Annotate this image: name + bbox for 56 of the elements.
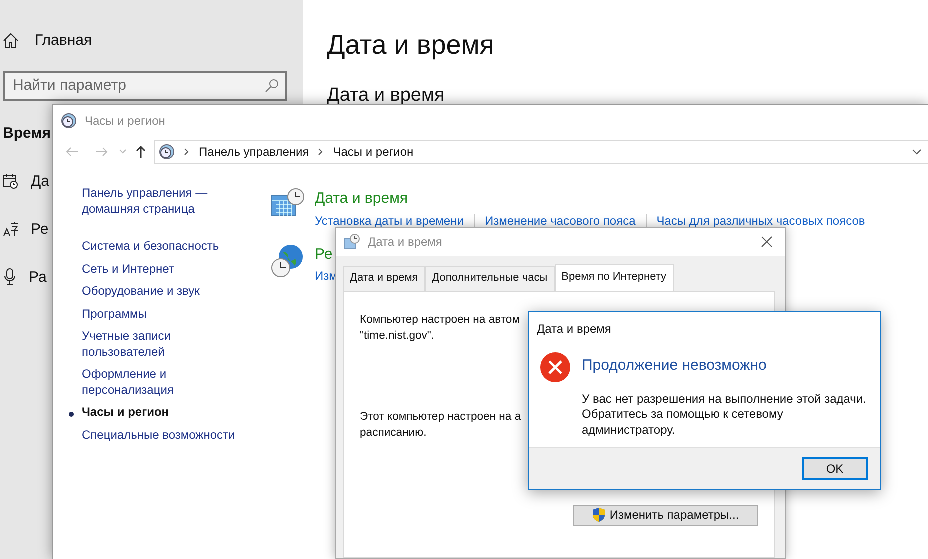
task-link[interactable]: Изменение часового пояса [484,212,636,230]
body-text: Компьютер настроен на автом [360,312,520,328]
body-text: Этот компьютер настроен на а [360,410,522,425]
error-message: У вас нет разрешения на выполнение этой задачи. Обратитесь за помощью к сетевому администратору. [582,392,868,438]
error-icon [540,352,571,383]
breadcrumb-item[interactable]: Часы и регион [333,143,414,161]
up-arrow-icon[interactable] [135,145,147,159]
tab[interactable]: Дата и время [343,266,426,291]
task-link[interactable]: Часы для различных часовых поясов [656,212,866,230]
section-title: Дата и время [327,84,446,108]
ok-button[interactable]: OK [802,457,868,480]
window-title: Часы и регион [85,112,166,130]
tab[interactable]: Время по Интернету [554,264,674,291]
search-icon[interactable] [265,78,279,92]
microphone-icon[interactable] [3,268,17,286]
shield-icon [592,507,606,524]
dialog-title: Дата и время [368,234,442,252]
body-text: расписанию. [360,426,427,441]
sidebar-link[interactable]: Сеть и Интернет [82,262,242,277]
search-field[interactable]: Найти параметр [3,70,287,100]
sidebar-link[interactable]: Учетные записи пользователей [82,329,242,360]
calendar-clock-icon [271,188,305,218]
change-settings-button[interactable]: Изменить параметры... [573,504,758,526]
home-link[interactable]: Главная [35,30,92,52]
globe-clock-icon [271,244,305,278]
section-heading: Время [3,124,51,144]
category-link[interactable]: Ре [315,244,338,266]
task-link[interactable]: Установка даты и времени [315,212,464,230]
sidebar-link[interactable]: Панель управления — домашняя страница [82,186,242,217]
language-icon[interactable] [3,221,19,237]
address-bar[interactable]: Панель управления Часы и регион [154,140,928,164]
page-title: Дата и время [327,29,494,62]
close-icon[interactable] [761,236,773,248]
clock-icon [159,144,175,160]
dialog-title: Дата и время [536,321,612,338]
dropdown-chevron-icon[interactable] [912,149,922,155]
tab[interactable]: Дополнительные часы [425,266,555,291]
sidebar-link[interactable]: Оформление и персонализация [82,367,242,398]
chevron-icon [184,148,190,156]
sidebar-link[interactable]: Часы и регион [82,405,242,420]
chevron-icon [318,148,324,156]
sidebar-link[interactable]: Специальные возможности [82,428,242,443]
nav-item[interactable]: Ре [31,219,49,239]
home-icon[interactable] [3,33,19,50]
body-text: "time.nist.gov". [360,328,435,344]
nav-item[interactable]: Ра [29,267,47,287]
category-link[interactable]: Дата и время [315,188,866,210]
breadcrumb-item[interactable]: Панель управления [199,143,310,161]
sidebar-link[interactable]: Оборудование и звук [82,284,242,300]
sidebar-link[interactable]: Программы [82,306,242,322]
calendar-clock-icon[interactable] [3,173,19,189]
sidebar-link[interactable]: Система и безопасность [82,239,242,254]
nav-item[interactable]: Да [31,171,50,191]
clock-icon [61,112,77,128]
calendar-clock-icon [344,234,360,250]
error-heading: Продолжение невозможно [582,356,768,376]
